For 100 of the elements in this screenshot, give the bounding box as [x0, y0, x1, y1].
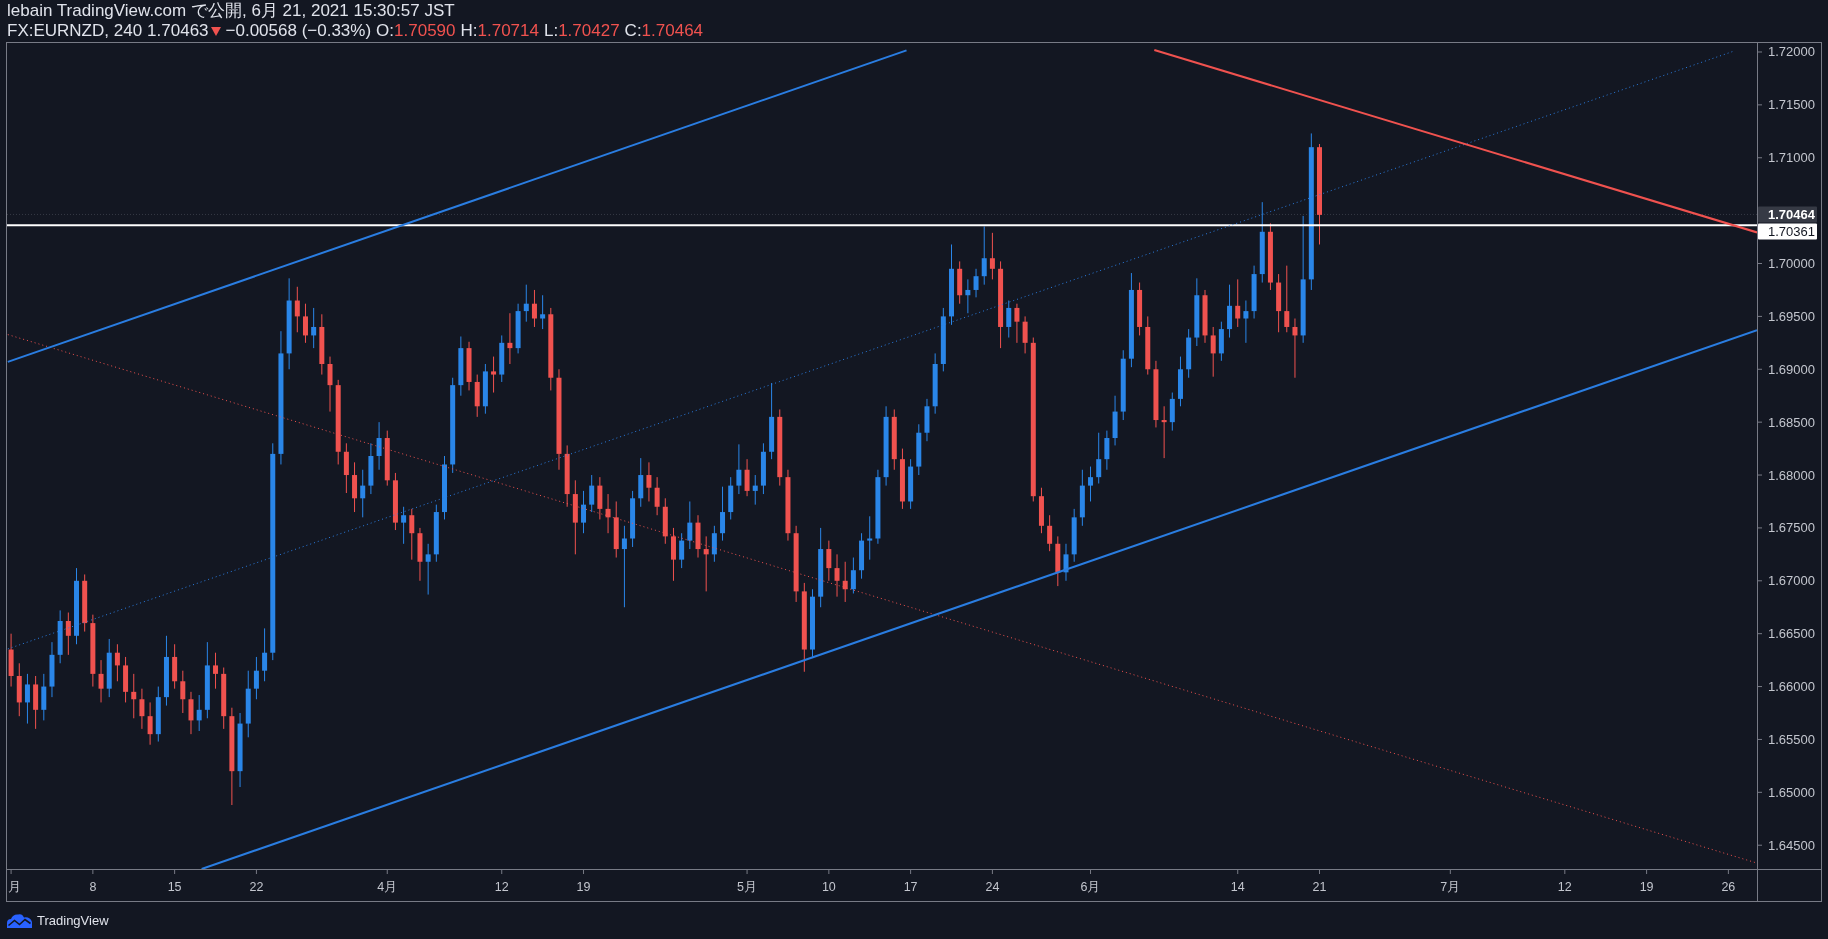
candle	[253, 656, 259, 700]
candle	[368, 442, 374, 495]
ref-line-label: 1.70361	[1768, 223, 1815, 239]
symbol-label: FX:EURNZD, 240	[7, 21, 143, 41]
candle	[303, 303, 308, 344]
candle	[1079, 469, 1085, 527]
candle	[687, 501, 693, 550]
candle	[392, 472, 398, 531]
candle	[1161, 405, 1167, 459]
date-label: 17	[903, 880, 918, 894]
candle	[752, 474, 758, 506]
candle	[352, 461, 358, 513]
candle	[491, 356, 497, 394]
candle	[916, 423, 922, 476]
candle	[466, 341, 472, 391]
candle	[589, 474, 595, 513]
candle	[1169, 392, 1175, 432]
price-label: 1.70000	[1768, 256, 1815, 271]
candle	[605, 493, 611, 534]
candle	[1096, 432, 1102, 484]
ohlc-value: 1.70464	[641, 21, 704, 41]
price-label: 1.71500	[1768, 97, 1815, 113]
date-label: 15	[167, 880, 182, 894]
candle	[720, 486, 726, 542]
ohlc-label: C:	[624, 21, 642, 41]
candle	[1243, 300, 1249, 344]
candle	[940, 307, 946, 372]
candle	[826, 540, 832, 582]
candle	[523, 284, 529, 323]
candle	[172, 643, 178, 690]
price-label: 1.67500	[1768, 520, 1815, 536]
candle	[8, 633, 14, 688]
date-label: 26	[1721, 880, 1736, 894]
candle	[98, 659, 104, 703]
candle	[262, 627, 268, 682]
date-label: 22	[249, 880, 264, 894]
publish-info: lebain TradingView.com で公開, 6月 21, 2021 15:30:57 JST	[7, 1, 455, 21]
price-label: 1.68000	[1768, 467, 1815, 483]
candle	[41, 673, 47, 721]
candle	[401, 506, 407, 545]
candle	[1276, 273, 1282, 333]
candle	[1047, 514, 1053, 552]
candle	[630, 490, 636, 548]
candle	[679, 532, 685, 569]
candle	[1104, 430, 1110, 471]
candle	[343, 442, 349, 494]
candle	[180, 670, 186, 714]
price-label: 1.72000	[1768, 44, 1815, 60]
candle	[1251, 265, 1257, 319]
candle	[188, 691, 194, 735]
candle	[1145, 315, 1151, 376]
candle	[360, 469, 366, 518]
price-label: 1.67000	[1768, 573, 1815, 589]
price-change: −0.00568 (−0.33%)	[225, 21, 372, 41]
date-label: 月	[8, 880, 21, 894]
candle	[703, 535, 709, 592]
candle	[1227, 284, 1233, 339]
price-label: 1.69000	[1768, 361, 1815, 377]
candle	[540, 294, 546, 330]
price-label: 1.65500	[1768, 731, 1815, 747]
candle	[245, 670, 251, 738]
candle	[711, 525, 717, 563]
price-label: 1.71000	[1768, 150, 1815, 166]
candle	[810, 588, 815, 658]
date-label: 7月	[1440, 880, 1461, 894]
price-label: 1.64500	[1768, 837, 1815, 853]
candle	[57, 609, 63, 664]
candle	[597, 476, 603, 520]
candle	[1202, 289, 1208, 344]
candle	[981, 226, 987, 286]
price-label: 1.68500	[1768, 414, 1815, 430]
candle	[65, 612, 71, 656]
candle	[1088, 466, 1094, 502]
date-label: 6月	[1080, 880, 1101, 894]
candle	[957, 260, 963, 305]
candle	[376, 421, 382, 471]
date-label: 12	[1557, 880, 1572, 894]
ohlc-label: H:	[460, 21, 478, 41]
candle	[82, 573, 88, 633]
candle	[899, 448, 905, 510]
date-label: 19	[576, 880, 591, 894]
candle	[474, 374, 480, 418]
candle	[834, 553, 840, 598]
candle	[49, 641, 55, 698]
candle	[24, 673, 30, 725]
candle	[867, 515, 873, 561]
candle	[114, 643, 120, 682]
candle	[744, 458, 750, 497]
candle	[908, 458, 914, 510]
candle	[16, 662, 22, 717]
candle	[760, 442, 766, 495]
candle	[384, 430, 390, 487]
last-price: 1.70463	[147, 21, 209, 41]
date-label: 14	[1230, 880, 1245, 894]
candle	[1292, 318, 1298, 379]
candle	[1218, 321, 1224, 362]
price-label: 1.66000	[1768, 679, 1815, 695]
candle	[859, 532, 865, 580]
candle	[1137, 282, 1143, 336]
candle	[1284, 265, 1290, 333]
